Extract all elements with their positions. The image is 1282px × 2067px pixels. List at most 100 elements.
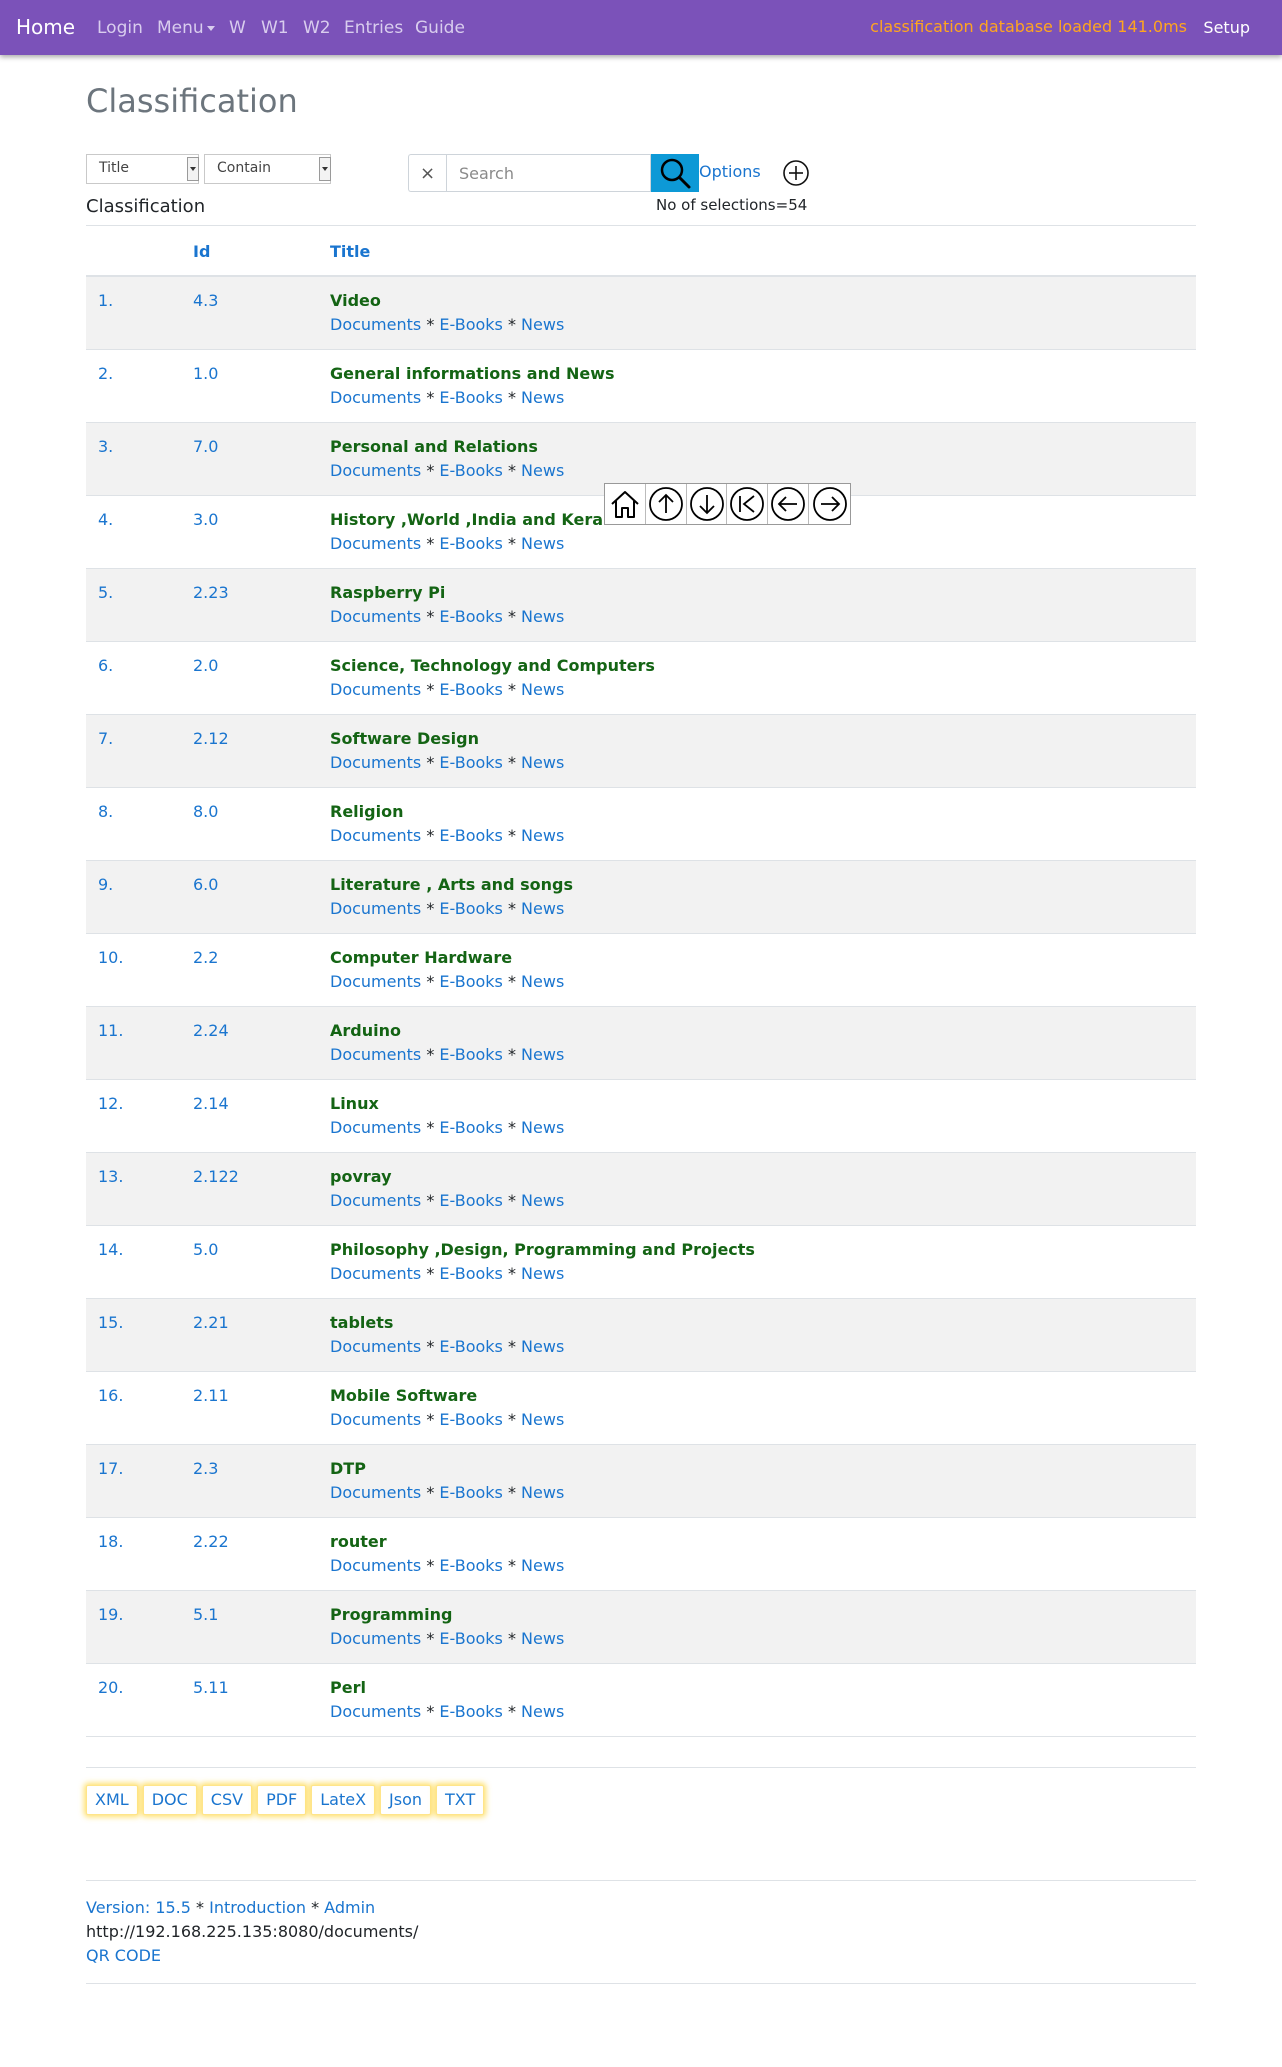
ebooks-link[interactable]: E-Books <box>439 1483 502 1502</box>
documents-link[interactable]: Documents <box>330 1702 421 1721</box>
row-id[interactable]: 2.21 <box>193 1313 229 1332</box>
row-number[interactable]: 17. <box>98 1459 123 1478</box>
row-title[interactable]: Perl <box>330 1678 366 1697</box>
match-select[interactable]: Contain <box>204 154 331 184</box>
field-select[interactable]: Title <box>86 154 199 184</box>
nav-up-button[interactable] <box>646 484 687 524</box>
row-id[interactable]: 5.11 <box>193 1678 229 1697</box>
documents-link[interactable]: Documents <box>330 461 421 480</box>
row-title[interactable]: Video <box>330 291 381 310</box>
row-id[interactable]: 2.23 <box>193 583 229 602</box>
news-link[interactable]: News <box>521 1264 564 1283</box>
row-title[interactable]: Arduino <box>330 1021 401 1040</box>
row-id[interactable]: 3.0 <box>193 510 218 529</box>
nav-entries-link[interactable]: Entries <box>344 18 403 38</box>
row-id[interactable]: 5.0 <box>193 1240 218 1259</box>
row-number[interactable]: 4. <box>98 510 113 529</box>
row-id[interactable]: 2.24 <box>193 1021 229 1040</box>
row-number[interactable]: 7. <box>98 729 113 748</box>
row-number[interactable]: 13. <box>98 1167 123 1186</box>
ebooks-link[interactable]: E-Books <box>439 1702 502 1721</box>
row-title[interactable]: Software Design <box>330 729 479 748</box>
row-number[interactable]: 19. <box>98 1605 123 1624</box>
documents-link[interactable]: Documents <box>330 607 421 626</box>
admin-link[interactable]: Admin <box>324 1898 375 1917</box>
ebooks-link[interactable]: E-Books <box>439 1556 502 1575</box>
documents-link[interactable]: Documents <box>330 680 421 699</box>
nav-w1-link[interactable]: W1 <box>261 18 289 38</box>
news-link[interactable]: News <box>521 461 564 480</box>
news-link[interactable]: News <box>521 1483 564 1502</box>
row-number[interactable]: 16. <box>98 1386 123 1405</box>
news-link[interactable]: News <box>521 1702 564 1721</box>
row-title[interactable]: Mobile Software <box>330 1386 477 1405</box>
qr-code-link[interactable]: QR CODE <box>86 1946 161 1965</box>
news-link[interactable]: News <box>521 899 564 918</box>
row-title[interactable]: DTP <box>330 1459 366 1478</box>
row-number[interactable]: 10. <box>98 948 123 967</box>
row-id[interactable]: 2.14 <box>193 1094 229 1113</box>
nav-home-link[interactable]: Home <box>16 15 75 39</box>
documents-link[interactable]: Documents <box>330 1483 421 1502</box>
row-number[interactable]: 8. <box>98 802 113 821</box>
row-id[interactable]: 6.0 <box>193 875 218 894</box>
row-id[interactable]: 2.0 <box>193 656 218 675</box>
ebooks-link[interactable]: E-Books <box>439 899 502 918</box>
documents-link[interactable]: Documents <box>330 1410 421 1429</box>
documents-link[interactable]: Documents <box>330 1629 421 1648</box>
documents-link[interactable]: Documents <box>330 972 421 991</box>
row-number[interactable]: 14. <box>98 1240 123 1259</box>
row-id[interactable]: 5.1 <box>193 1605 218 1624</box>
row-title[interactable]: Raspberry Pi <box>330 583 445 602</box>
search-input[interactable] <box>446 154 651 192</box>
documents-link[interactable]: Documents <box>330 1337 421 1356</box>
ebooks-link[interactable]: E-Books <box>439 1410 502 1429</box>
clear-search-button[interactable]: × <box>408 154 446 192</box>
row-title[interactable]: povray <box>330 1167 392 1186</box>
row-number[interactable]: 9. <box>98 875 113 894</box>
news-link[interactable]: News <box>521 607 564 626</box>
export-doc-button[interactable]: DOC <box>142 1785 197 1815</box>
ebooks-link[interactable]: E-Books <box>439 826 502 845</box>
row-number[interactable]: 18. <box>98 1532 123 1551</box>
documents-link[interactable]: Documents <box>330 1191 421 1210</box>
row-title[interactable]: Programming <box>330 1605 452 1624</box>
ebooks-link[interactable]: E-Books <box>439 972 502 991</box>
row-title[interactable]: Linux <box>330 1094 379 1113</box>
news-link[interactable]: News <box>521 1410 564 1429</box>
ebooks-link[interactable]: E-Books <box>439 753 502 772</box>
row-number[interactable]: 11. <box>98 1021 123 1040</box>
news-link[interactable]: News <box>521 315 564 334</box>
row-number[interactable]: 2. <box>98 364 113 383</box>
row-title[interactable]: Literature , Arts and songs <box>330 875 573 894</box>
documents-link[interactable]: Documents <box>330 826 421 845</box>
nav-w-link[interactable]: W <box>229 18 246 38</box>
documents-link[interactable]: Documents <box>330 315 421 334</box>
ebooks-link[interactable]: E-Books <box>439 1629 502 1648</box>
nav-menu-dropdown[interactable]: Menu <box>157 18 215 38</box>
ebooks-link[interactable]: E-Books <box>439 315 502 334</box>
row-title[interactable]: Religion <box>330 802 403 821</box>
export-latex-button[interactable]: LateX <box>311 1785 376 1815</box>
documents-link[interactable]: Documents <box>330 753 421 772</box>
row-number[interactable]: 12. <box>98 1094 123 1113</box>
version-link[interactable]: Version: 15.5 <box>86 1898 191 1917</box>
documents-link[interactable]: Documents <box>330 1556 421 1575</box>
news-link[interactable]: News <box>521 1191 564 1210</box>
nav-guide-link[interactable]: Guide <box>415 18 465 38</box>
news-link[interactable]: News <box>521 826 564 845</box>
documents-link[interactable]: Documents <box>330 1118 421 1137</box>
row-number[interactable]: 1. <box>98 291 113 310</box>
row-title[interactable]: History ,World ,India and Kerala <box>330 510 619 529</box>
row-number[interactable]: 3. <box>98 437 113 456</box>
row-id[interactable]: 2.2 <box>193 948 218 967</box>
nav-prev-button[interactable] <box>768 484 810 524</box>
news-link[interactable]: News <box>521 1556 564 1575</box>
search-button[interactable] <box>651 154 699 192</box>
nav-home-button[interactable] <box>605 484 646 524</box>
nav-login-link[interactable]: Login <box>97 18 143 38</box>
row-number[interactable]: 5. <box>98 583 113 602</box>
news-link[interactable]: News <box>521 1118 564 1137</box>
export-xml-button[interactable]: XML <box>86 1785 138 1815</box>
row-number[interactable]: 15. <box>98 1313 123 1332</box>
